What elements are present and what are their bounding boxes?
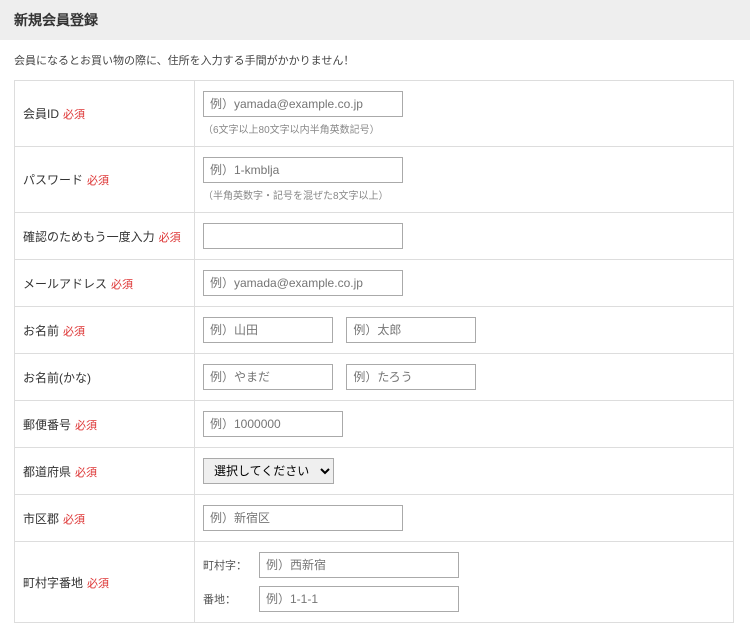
- required-tag: 必須: [63, 514, 85, 526]
- kana-last-input[interactable]: [203, 364, 333, 390]
- required-tag: 必須: [63, 109, 85, 121]
- password-hint: （半角英数字・記号を混ぜた8文字以上）: [203, 187, 725, 202]
- label-name-kana: お名前(かな): [15, 354, 195, 401]
- required-tag: 必須: [75, 420, 97, 432]
- sublabel-street: 番地：: [203, 591, 253, 607]
- label-member-id: 会員ID必須: [15, 81, 195, 147]
- required-tag: 必須: [63, 326, 85, 338]
- prefecture-select[interactable]: 選択してください: [203, 458, 334, 484]
- required-tag: 必須: [87, 578, 109, 590]
- member-id-hint: （6文字以上80文字以内半角英数記号）: [203, 121, 725, 136]
- sublabel-town: 町村字：: [203, 557, 253, 573]
- postal-input[interactable]: [203, 411, 343, 437]
- email-input[interactable]: [203, 270, 403, 296]
- page-header: 新規会員登録: [0, 0, 750, 40]
- required-tag: 必須: [111, 279, 133, 291]
- required-tag: 必須: [87, 175, 109, 187]
- label-name: お名前必須: [15, 307, 195, 354]
- city-input[interactable]: [203, 505, 403, 531]
- label-town-street: 町村字番地必須: [15, 542, 195, 623]
- label-password-confirm: 確認のためもう一度入力必須: [15, 213, 195, 260]
- label-prefecture: 都道府県必須: [15, 448, 195, 495]
- street-input[interactable]: [259, 586, 459, 612]
- label-city: 市区郡必須: [15, 495, 195, 542]
- required-tag: 必須: [75, 467, 97, 479]
- password-input[interactable]: [203, 157, 403, 183]
- label-postal: 郵便番号必須: [15, 401, 195, 448]
- password-confirm-input[interactable]: [203, 223, 403, 249]
- name-first-input[interactable]: [346, 317, 476, 343]
- member-id-input[interactable]: [203, 91, 403, 117]
- registration-form: 会員ID必須 （6文字以上80文字以内半角英数記号） パスワード必須 （半角英数…: [14, 80, 734, 623]
- label-email: メールアドレス必須: [15, 260, 195, 307]
- label-password: パスワード必須: [15, 147, 195, 213]
- required-tag: 必須: [159, 232, 181, 244]
- kana-first-input[interactable]: [346, 364, 476, 390]
- name-last-input[interactable]: [203, 317, 333, 343]
- intro-text: 会員になるとお買い物の際に、住所を入力する手間がかかりません！: [0, 40, 750, 80]
- page-title: 新規会員登録: [14, 12, 98, 28]
- town-input[interactable]: [259, 552, 459, 578]
